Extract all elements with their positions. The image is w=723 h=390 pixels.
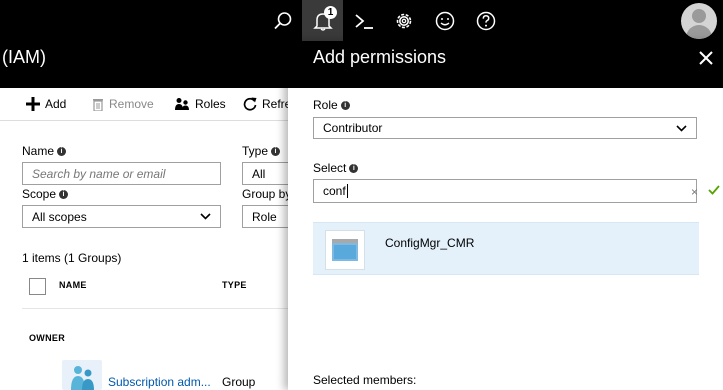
select-member-value: conf xyxy=(323,184,346,198)
type-filter-value: All xyxy=(252,166,266,181)
search-result-item[interactable]: ConfigMgr_CMR xyxy=(313,222,699,275)
add-permissions-blade: Add permissions Role i Contributor Select… xyxy=(288,41,723,390)
application-icon xyxy=(325,230,365,270)
roles-label: Roles xyxy=(195,97,226,111)
scope-filter-label: Scope i xyxy=(22,187,69,201)
feedback-smiley-icon[interactable] xyxy=(424,0,465,41)
items-count: 1 items (1 Groups) xyxy=(22,251,122,265)
notification-bell-icon[interactable]: 1 xyxy=(302,0,343,41)
info-icon: i xyxy=(57,146,67,156)
name-search-placeholder: Search by name or email xyxy=(32,166,166,181)
blade-title: Add permissions xyxy=(313,47,447,67)
remove-button[interactable]: Remove xyxy=(92,92,154,116)
remove-label: Remove xyxy=(109,97,154,111)
group-by-select[interactable]: Role xyxy=(242,205,290,228)
user-avatar[interactable] xyxy=(681,3,717,39)
page-title: (IAM) xyxy=(2,47,46,67)
refresh-label: Refre xyxy=(262,97,292,111)
type-filter-select[interactable]: All xyxy=(242,162,290,185)
name-search-input[interactable]: Search by name or email xyxy=(22,162,221,185)
info-icon: i xyxy=(59,189,69,199)
scope-filter-select[interactable]: All scopes xyxy=(22,205,221,228)
group-header-owner: OWNER xyxy=(29,333,65,343)
plus-icon xyxy=(26,97,40,111)
help-question-icon[interactable] xyxy=(465,0,506,41)
notification-count-badge: 1 xyxy=(324,6,337,19)
select-member-input[interactable]: conf × xyxy=(313,179,720,203)
info-icon: i xyxy=(340,100,350,110)
chevron-down-icon xyxy=(200,213,211,220)
roles-people-icon xyxy=(175,98,189,110)
text-caret xyxy=(346,184,348,198)
top-bar: 1 xyxy=(0,0,723,41)
role-select-value: Contributor xyxy=(323,121,383,135)
close-icon[interactable] xyxy=(698,50,714,66)
add-label: Add xyxy=(45,97,67,111)
selected-members-label: Selected members: xyxy=(313,373,417,387)
refresh-icon xyxy=(243,97,257,111)
table-row-name-link[interactable]: Subscription adm... xyxy=(108,375,211,389)
add-permissions-header: Add permissions xyxy=(288,41,723,88)
clear-input-icon[interactable]: × xyxy=(691,185,698,199)
info-icon: i xyxy=(271,146,281,156)
table-header-divider xyxy=(22,308,290,309)
roles-button[interactable]: Roles xyxy=(175,92,226,116)
settings-gear-icon[interactable] xyxy=(383,0,424,41)
group-by-value: Role xyxy=(252,209,277,224)
scope-filter-value: All scopes xyxy=(32,209,87,224)
select-all-checkbox[interactable] xyxy=(29,278,46,295)
group-by-label: Group by xyxy=(242,187,292,201)
refresh-button[interactable]: Refre xyxy=(243,92,291,116)
info-icon: i xyxy=(349,163,359,173)
command-bar-divider xyxy=(0,120,290,121)
add-button[interactable]: Add xyxy=(26,92,66,116)
search-icon[interactable] xyxy=(262,0,303,41)
group-icon xyxy=(62,360,102,390)
role-label: Role i xyxy=(313,98,350,112)
valid-check-icon xyxy=(708,185,720,195)
role-select[interactable]: Contributor xyxy=(313,117,697,139)
type-filter-label: Type i xyxy=(242,144,281,158)
table-row-type: Group xyxy=(222,375,256,389)
select-label: Select i xyxy=(313,161,359,175)
column-header-type[interactable]: TYPE xyxy=(222,280,247,290)
cloud-shell-icon[interactable] xyxy=(343,0,384,41)
trash-icon xyxy=(93,98,103,111)
chevron-down-icon xyxy=(676,124,687,132)
column-header-name[interactable]: NAME xyxy=(59,280,87,290)
name-filter-label: Name i xyxy=(22,144,67,158)
command-bar: Add Remove Roles Refre xyxy=(22,92,291,116)
search-result-name: ConfigMgr_CMR xyxy=(385,236,475,250)
